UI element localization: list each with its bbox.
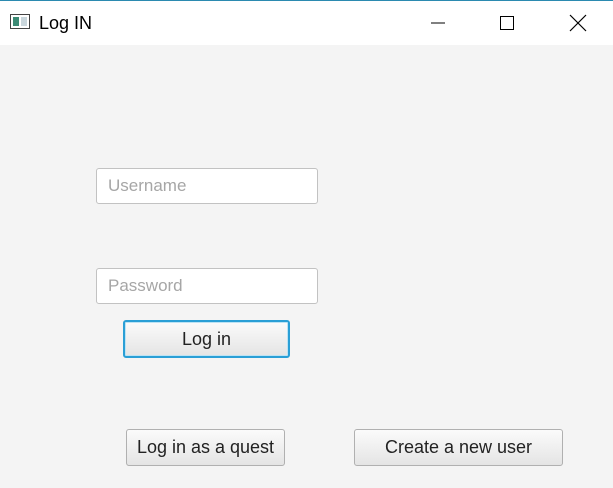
maximize-button[interactable] <box>484 1 530 45</box>
app-window-icon <box>10 14 30 29</box>
maximize-icon <box>500 16 514 30</box>
window-title: Log IN <box>39 13 93 33</box>
title-bar[interactable]: Log IN <box>0 1 613 45</box>
login-button[interactable]: Log in <box>123 320 290 358</box>
create-user-button[interactable]: Create a new user <box>354 429 563 466</box>
password-input[interactable] <box>96 268 318 304</box>
close-button[interactable] <box>555 1 601 45</box>
close-icon <box>569 14 587 32</box>
minimize-button[interactable] <box>415 1 461 45</box>
minimize-icon <box>431 22 445 24</box>
username-input[interactable] <box>96 168 318 204</box>
guest-login-button[interactable]: Log in as a quest <box>126 429 285 466</box>
login-window: Log IN Log in Log in as a quest Create a… <box>0 0 613 488</box>
